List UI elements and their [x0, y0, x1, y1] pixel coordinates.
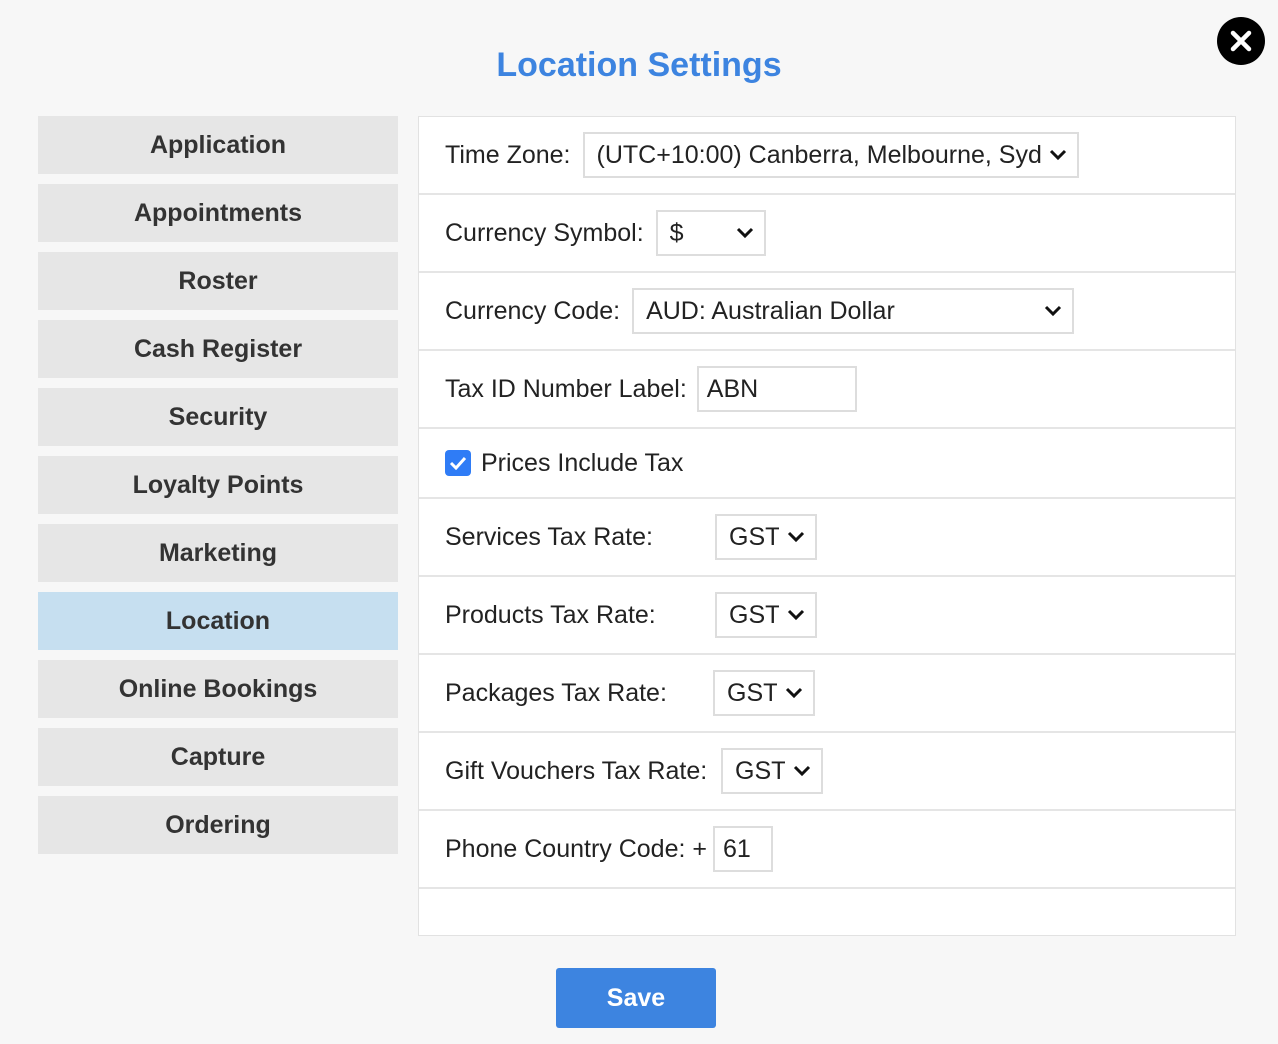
checkmark-icon — [449, 456, 467, 470]
sidebar-item-ordering[interactable]: Ordering — [38, 796, 398, 854]
currency-symbol-value: $ — [669, 218, 684, 247]
chevron-down-icon — [736, 227, 753, 239]
products-tax-rate-label: Products Tax Rate: — [445, 600, 656, 629]
close-button[interactable] — [1217, 17, 1265, 65]
sidebar-item-marketing[interactable]: Marketing — [38, 524, 398, 582]
services-tax-rate-select[interactable]: GST — [715, 514, 817, 560]
services-tax-rate-value: GST — [729, 522, 779, 551]
settings-panel: Time Zone: (UTC+10:00) Canberra, Melbour… — [418, 116, 1236, 936]
tax-id-label-input[interactable]: ABN — [696, 366, 857, 412]
prices-include-tax-row: Prices Include Tax — [419, 429, 1235, 499]
products-tax-rate-row: Products Tax Rate: GST — [419, 577, 1235, 655]
sidebar-item-application[interactable]: Application — [38, 116, 398, 174]
prices-include-tax-label: Prices Include Tax — [481, 448, 684, 477]
phone-country-code-row: Phone Country Code: + 61 — [419, 811, 1235, 889]
phone-country-code-input[interactable]: 61 — [712, 826, 773, 872]
save-button[interactable]: Save — [556, 968, 716, 1028]
sidebar-item-cash-register[interactable]: Cash Register — [38, 320, 398, 378]
chevron-down-icon — [785, 687, 803, 699]
page-title: Location Settings — [496, 46, 782, 84]
packages-tax-rate-row: Packages Tax Rate: GST — [419, 655, 1235, 733]
products-tax-rate-select[interactable]: GST — [715, 592, 817, 638]
currency-code-value: AUD: Australian Dollar — [646, 296, 895, 325]
currency-code-label: Currency Code: — [445, 296, 621, 325]
currency-symbol-label: Currency Symbol: — [445, 218, 644, 247]
time-zone-row: Time Zone: (UTC+10:00) Canberra, Melbour… — [419, 117, 1235, 195]
chevron-down-icon — [787, 531, 805, 543]
currency-code-select[interactable]: AUD: Australian Dollar — [632, 288, 1075, 334]
gift-vouchers-tax-rate-select[interactable]: GST — [721, 748, 823, 794]
chevron-down-icon — [1049, 149, 1066, 161]
gift-vouchers-tax-rate-row: Gift Vouchers Tax Rate: GST — [419, 733, 1235, 811]
close-icon — [1230, 30, 1252, 52]
packages-tax-rate-value: GST — [727, 678, 777, 707]
phone-country-code-label: Phone Country Code: + — [445, 834, 707, 863]
services-tax-rate-row: Services Tax Rate: GST — [419, 499, 1235, 577]
chevron-down-icon — [1045, 305, 1062, 317]
gift-vouchers-tax-rate-label: Gift Vouchers Tax Rate: — [445, 756, 708, 785]
products-tax-rate-value: GST — [729, 600, 779, 629]
sidebar: Application Appointments Roster Cash Reg… — [38, 116, 398, 864]
sidebar-item-location[interactable]: Location — [38, 592, 398, 650]
prices-include-tax-checkbox[interactable] — [445, 450, 471, 476]
sidebar-item-roster[interactable]: Roster — [38, 252, 398, 310]
sidebar-item-appointments[interactable]: Appointments — [38, 184, 398, 242]
time-zone-label: Time Zone: — [445, 140, 571, 169]
sidebar-item-security[interactable]: Security — [38, 388, 398, 446]
tax-id-label-row: Tax ID Number Label: ABN — [419, 351, 1235, 429]
sidebar-item-online-bookings[interactable]: Online Bookings — [38, 660, 398, 718]
time-zone-select[interactable]: (UTC+10:00) Canberra, Melbourne, Sydney — [582, 132, 1079, 178]
services-tax-rate-label: Services Tax Rate: — [445, 522, 653, 551]
sidebar-item-loyalty-points[interactable]: Loyalty Points — [38, 456, 398, 514]
gift-vouchers-tax-rate-value: GST — [735, 756, 785, 785]
sidebar-item-capture[interactable]: Capture — [38, 728, 398, 786]
chevron-down-icon — [787, 609, 805, 621]
currency-symbol-select[interactable]: $ — [655, 210, 766, 256]
currency-code-row: Currency Code: AUD: Australian Dollar — [419, 273, 1235, 351]
packages-tax-rate-label: Packages Tax Rate: — [445, 678, 667, 707]
currency-symbol-row: Currency Symbol: $ — [419, 195, 1235, 273]
packages-tax-rate-select[interactable]: GST — [713, 670, 815, 716]
tax-id-label-label: Tax ID Number Label: — [445, 374, 687, 403]
time-zone-value: (UTC+10:00) Canberra, Melbourne, Sydney — [596, 140, 1041, 169]
chevron-down-icon — [793, 765, 811, 777]
